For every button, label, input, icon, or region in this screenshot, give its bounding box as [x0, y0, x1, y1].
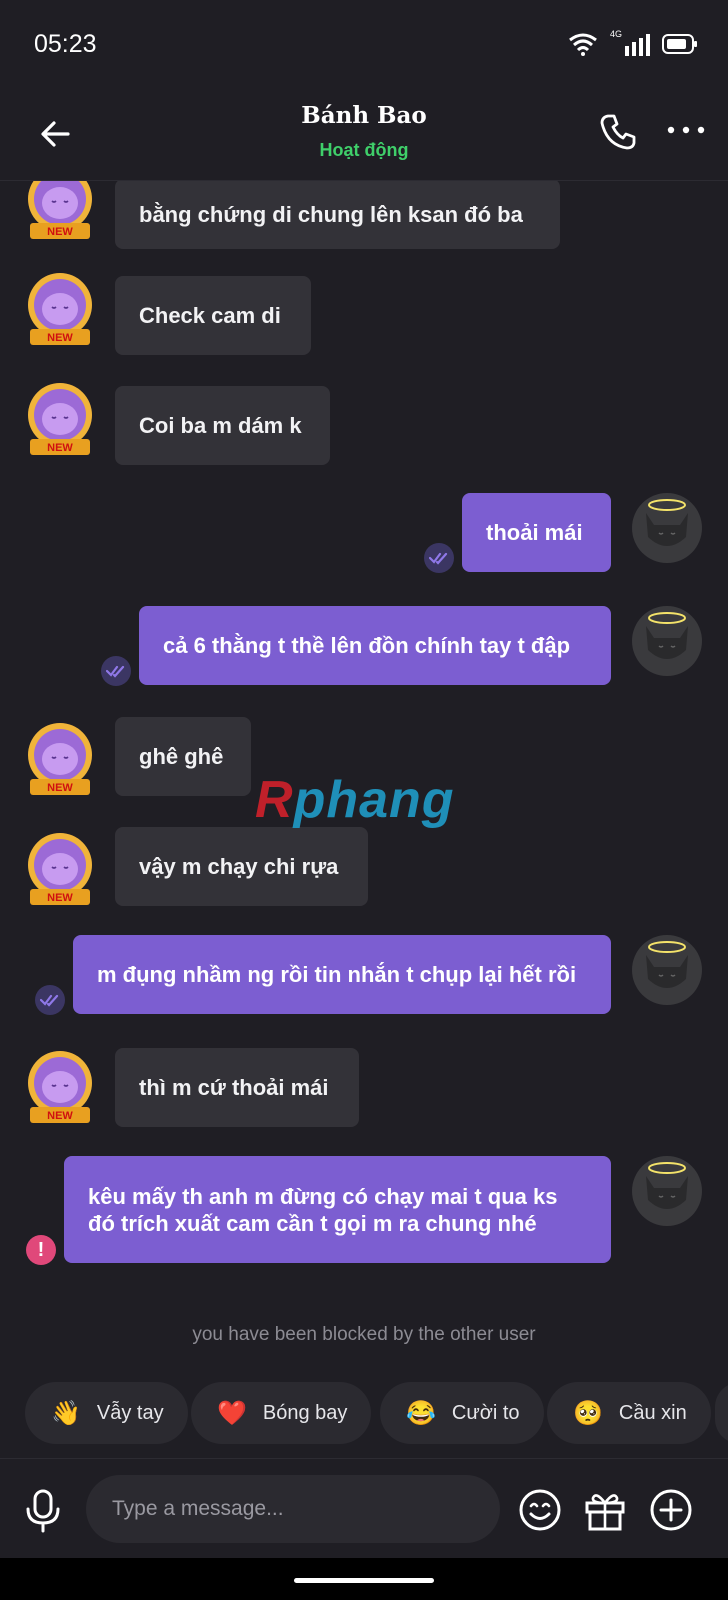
message-bubble[interactable]: Check cam di [115, 276, 311, 355]
emoji-icon[interactable] [517, 1487, 563, 1533]
badge-avatar-icon[interactable]: NEW [20, 181, 100, 245]
message-row: NEW bằng chứng di chung lên ksan đó ba [0, 181, 728, 271]
send-failed-icon[interactable]: ! [26, 1235, 56, 1265]
read-receipt-icon [424, 543, 454, 573]
quick-reply-chip[interactable]: 😂 Cười to [380, 1382, 544, 1444]
signal-icon [625, 34, 650, 56]
new-badge-text: NEW [47, 1110, 73, 1122]
message-input[interactable] [86, 1475, 500, 1543]
message-bubble[interactable]: m đụng nhầm ng rồi tin nhắn t chụp lại h… [73, 935, 611, 1014]
message-bubble[interactable]: bằng chứng di chung lên ksan đó ba [115, 181, 560, 249]
pleading-face-icon: 🥺 [573, 1399, 603, 1427]
badge-avatar-icon[interactable]: NEW [20, 381, 100, 461]
quick-reply-chip-overflow[interactable] [715, 1382, 728, 1444]
message-row: ! kêu mấy th anh m đừng có chạy mai t qu… [0, 1156, 728, 1276]
message-row: thoải mái [0, 487, 728, 587]
laughing-face-icon: 😂 [406, 1399, 436, 1427]
message-row: NEW Coi ba m dám k [0, 377, 728, 477]
message-row: cả 6 thằng t thề lên đồn chính tay t đập [0, 600, 728, 700]
status-bar: 05:23 4G [0, 0, 728, 90]
chat-header: Bánh Bao Hoạt động [0, 90, 728, 181]
message-list[interactable]: NEW bằng chứng di chung lên ksan đó ba N… [0, 181, 728, 1301]
badge-avatar-icon[interactable]: NEW [20, 721, 100, 801]
watermark-part1: R [255, 771, 294, 829]
user-avatar-icon[interactable] [632, 493, 702, 563]
read-receipt-icon [101, 656, 131, 686]
message-row: NEW Check cam di [0, 267, 728, 367]
message-bubble[interactable]: cả 6 thằng t thề lên đồn chính tay t đập [139, 606, 611, 685]
watermark-part2: phang [293, 771, 455, 829]
battery-icon [662, 34, 697, 54]
heart-icon: ❤️ [217, 1399, 247, 1427]
blocked-notice: you have been blocked by the other user [192, 1324, 536, 1345]
new-badge-text: NEW [47, 892, 73, 904]
badge-avatar-icon[interactable]: NEW [20, 271, 100, 351]
new-badge-text: NEW [47, 332, 73, 344]
quick-reply-chip[interactable]: 👋 Vẫy tay [25, 1382, 188, 1444]
user-avatar-icon[interactable] [632, 1156, 702, 1226]
wifi-icon [569, 33, 597, 56]
quick-reply-label: Cầu xin [618, 1401, 687, 1424]
more-options-icon[interactable] [666, 120, 706, 140]
new-badge-text: NEW [47, 782, 73, 794]
message-bubble[interactable]: thì m cứ thoải mái [115, 1048, 359, 1127]
quick-reply-bar[interactable]: 👋 Vẫy tay ❤️ Bóng bay 😂 Cười to 🥺 Cầu xi… [25, 1382, 728, 1444]
waving-hand-icon: 👋 [51, 1399, 81, 1427]
message-row: NEW thì m cứ thoải mái [0, 1045, 728, 1145]
quick-reply-chip[interactable]: 🥺 Cầu xin [547, 1382, 711, 1444]
add-attachment-icon[interactable] [648, 1487, 694, 1533]
network-label: 4G [609, 29, 622, 39]
message-bubble[interactable]: kêu mấy th anh m đừng có chạy mai t qua … [64, 1156, 611, 1263]
gift-icon[interactable] [582, 1487, 628, 1533]
message-composer [0, 1458, 728, 1559]
quick-reply-label: Vẫy tay [96, 1401, 164, 1424]
quick-reply-label: Cười to [451, 1401, 520, 1424]
message-bubble[interactable]: thoải mái [462, 493, 611, 572]
message-bubble[interactable]: vậy m chạy chi rựa [115, 827, 368, 906]
home-indicator[interactable] [294, 1578, 434, 1583]
watermark-logo: Rphang [255, 770, 455, 830]
new-badge-text: NEW [47, 442, 73, 454]
system-nav-bar [0, 1558, 728, 1600]
new-badge-text: NEW [47, 226, 73, 238]
message-bubble[interactable]: ghê ghê [115, 717, 251, 796]
status-icons: 4G [568, 29, 698, 56]
message-row: NEW vậy m chạy chi rựa [0, 827, 728, 927]
quick-reply-chip[interactable]: ❤️ Bóng bay [191, 1382, 372, 1444]
status-time: 05:23 [34, 30, 97, 58]
user-avatar-icon[interactable] [632, 606, 702, 676]
user-avatar-icon[interactable] [632, 935, 702, 1005]
quick-reply-label: Bóng bay [262, 1401, 348, 1424]
badge-avatar-icon[interactable]: NEW [20, 831, 100, 911]
message-bubble[interactable]: Coi ba m dám k [115, 386, 330, 465]
read-receipt-icon [35, 985, 65, 1015]
message-row: m đụng nhầm ng rồi tin nhắn t chụp lại h… [0, 935, 728, 1035]
microphone-icon[interactable] [22, 1489, 64, 1533]
badge-avatar-icon[interactable]: NEW [20, 1049, 100, 1129]
phone-call-icon[interactable] [598, 112, 638, 152]
